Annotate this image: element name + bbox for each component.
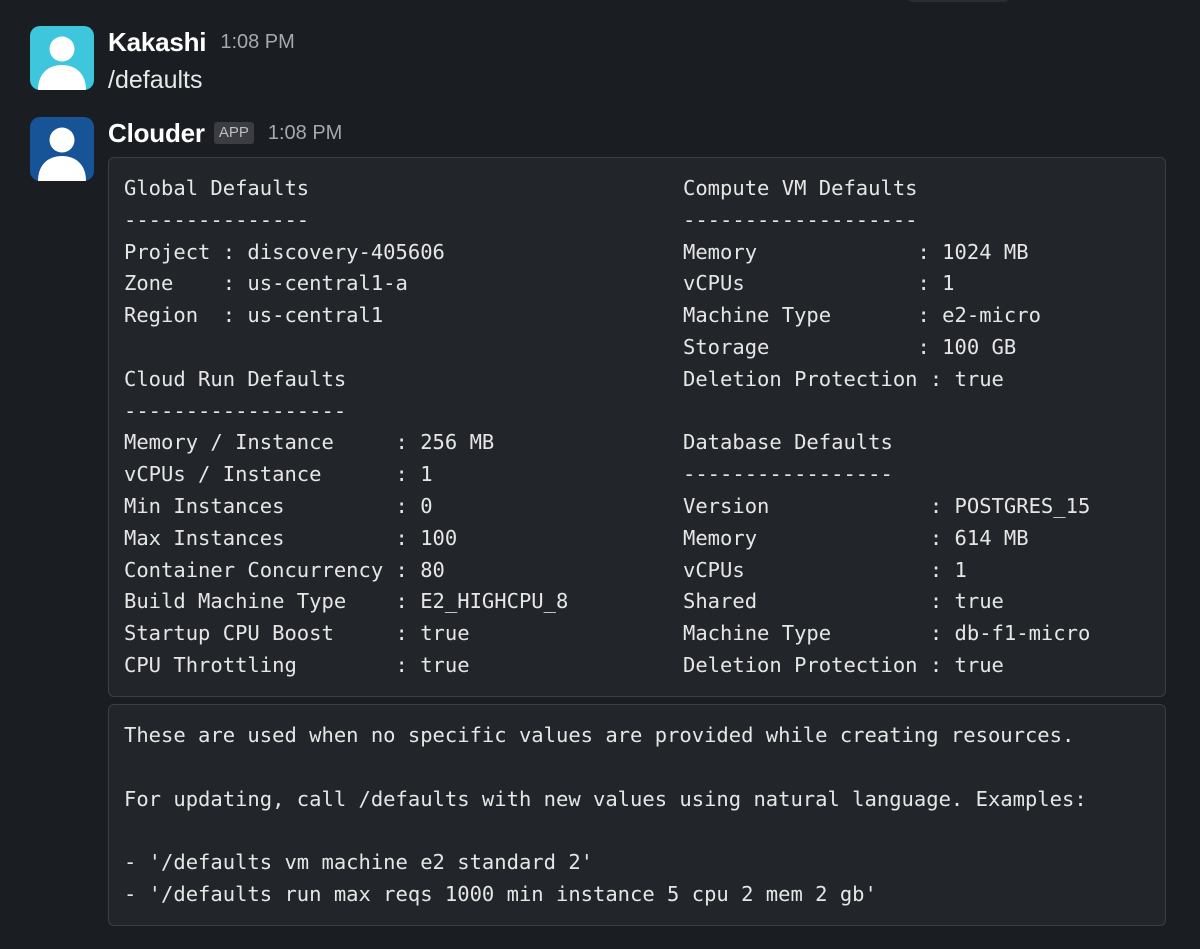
app-badge: APP [213,122,254,144]
message-header: Kakashi 1:08 PM [108,26,295,58]
scroll-indicator [905,0,1011,2]
message-text: /defaults [108,66,203,94]
timestamp[interactable]: 1:08 PM [220,31,294,54]
usage-notes-text: These are used when no specific values a… [124,723,1087,906]
user-avatar-icon [30,26,94,90]
message-header: Clouder APP 1:08 PM [108,117,342,149]
compute-and-database-defaults: Compute VM Defaults ------------------- … [683,176,1091,677]
defaults-code-block: Global Defaults --------------- Project … [108,157,1166,697]
avatar[interactable] [30,26,94,90]
global-and-cloud-run-defaults: Global Defaults --------------- Project … [124,176,569,677]
sender-name[interactable]: Kakashi [108,27,207,58]
avatar[interactable] [30,117,94,181]
user-avatar-icon [30,117,94,181]
sender-name[interactable]: Clouder [108,118,205,149]
timestamp[interactable]: 1:08 PM [268,122,342,145]
usage-notes-code-block: These are used when no specific values a… [108,704,1166,926]
